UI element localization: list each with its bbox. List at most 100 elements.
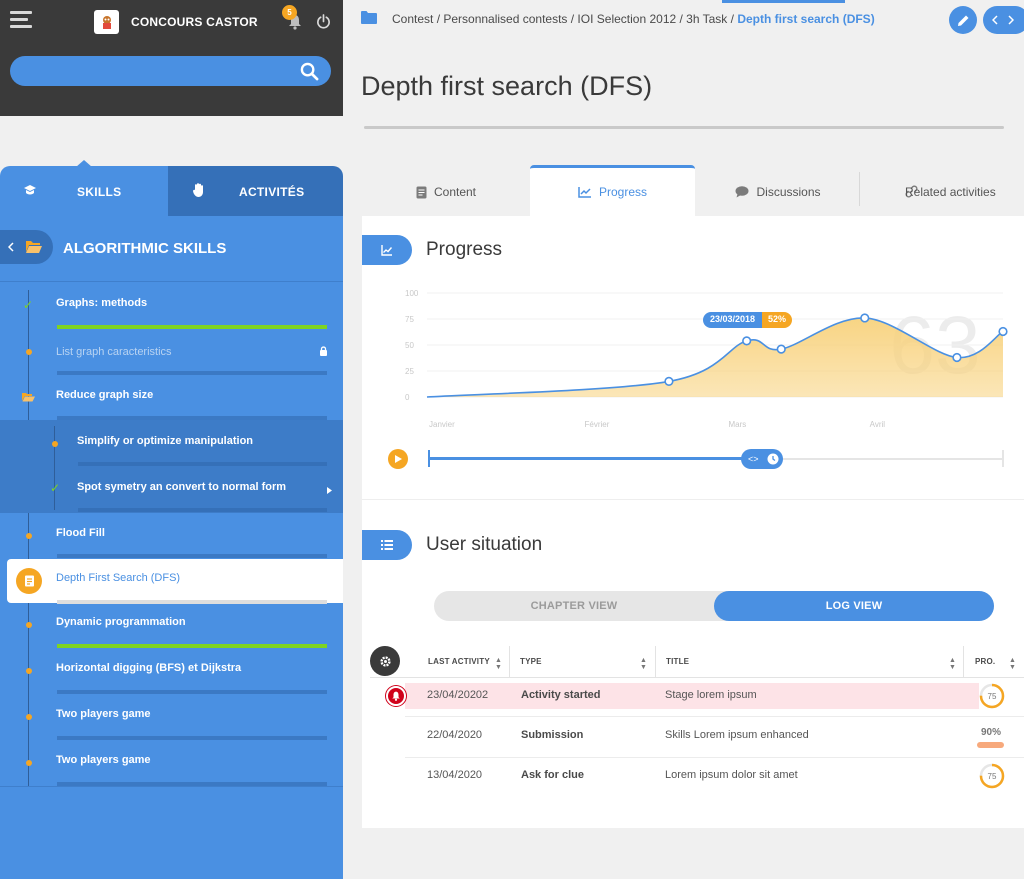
skill-item[interactable]: List graph caracteristics: [0, 340, 343, 386]
col-divider: [655, 646, 656, 678]
tab-related[interactable]: Related activities: [860, 168, 1024, 216]
section-divider: [362, 499, 1024, 500]
x-tick-label: Février: [585, 420, 610, 429]
col-header-pro[interactable]: PRO.: [975, 657, 995, 666]
cell-title[interactable]: Lorem ipsum dolor sit amet: [665, 769, 798, 781]
chapter-view-button[interactable]: CHAPTER VIEW: [434, 591, 714, 621]
skill-item[interactable]: Dynamic programmation: [0, 609, 343, 655]
cell-title[interactable]: Skills Lorem ipsum enhanced: [665, 729, 809, 741]
status-dot: [26, 622, 32, 628]
chevron-right-icon: [327, 487, 332, 494]
cell-type: Activity started: [521, 689, 601, 701]
chevron-right-icon[interactable]: [1008, 15, 1014, 25]
tab-activities-label: ACTIVITÉS: [239, 185, 305, 199]
skill-progress: [57, 690, 327, 694]
folder-open-icon: [22, 393, 35, 402]
skill-progress: [57, 736, 327, 740]
skill-label: Flood Fill: [56, 527, 105, 539]
log-view-button[interactable]: LOG VIEW: [714, 591, 994, 621]
skill-label: Dynamic programmation: [56, 616, 186, 628]
col-divider: [963, 646, 964, 678]
user-situation-title: User situation: [426, 534, 543, 555]
page-title: Depth first search (DFS): [361, 71, 653, 101]
tab-discussions[interactable]: Discussions: [697, 168, 859, 216]
data-point: [998, 326, 1008, 337]
skill-progress: [57, 416, 327, 420]
cell-date: 23/04/20202: [427, 689, 489, 701]
row-divider: [405, 757, 1024, 758]
left-tabs: SKILLS ACTIVITÉS: [0, 166, 343, 216]
cell-date: 22/04/2020: [427, 729, 483, 741]
data-point: [776, 344, 786, 354]
skills-header: ALGORITHMIC SKILLS: [0, 230, 343, 264]
col-header-type[interactable]: TYPE: [520, 657, 542, 666]
skill-label: Horizontal digging (BFS) et Dijkstra: [56, 662, 242, 674]
divider: [0, 786, 343, 787]
timeline-end-tick: [1002, 450, 1004, 467]
sort-icon[interactable]: ▲ ▼: [495, 657, 502, 671]
skill-item[interactable]: ✓ Spot symetry an convert to normal form: [0, 474, 343, 520]
lock-icon: [320, 346, 327, 356]
chevron-left-icon[interactable]: [992, 15, 998, 25]
tab-content[interactable]: Content: [362, 168, 530, 216]
divider: [0, 281, 343, 282]
brand-name: CONCOURS CASTOR: [131, 15, 258, 29]
play-button[interactable]: [388, 449, 408, 469]
breadcrumb-current: Depth first search (DFS): [737, 12, 875, 26]
table-settings-button[interactable]: [370, 646, 400, 676]
status-dot: [26, 349, 32, 355]
progress-section-badge: [362, 235, 412, 265]
graduation-cap-icon: [24, 185, 36, 195]
power-icon[interactable]: [316, 14, 331, 34]
y-tick-label: 50: [405, 341, 414, 350]
tab-activities[interactable]: ACTIVITÉS: [168, 166, 343, 216]
skill-item[interactable]: Horizontal digging (BFS) et Dijkstra: [0, 655, 343, 701]
skill-label: Simplify or optimize manipulation: [77, 435, 254, 447]
play-icon: [394, 455, 402, 463]
skill-item[interactable]: Reduce graph size: [0, 383, 343, 429]
skill-item[interactable]: Simplify or optimize manipulation: [0, 428, 343, 474]
skill-item[interactable]: ✓ Graphs: methods: [0, 290, 343, 336]
data-point: [664, 376, 674, 386]
status-dot: [26, 714, 32, 720]
ring-value: 75: [988, 772, 997, 781]
chart-tooltip: 23/03/2018 52%: [703, 312, 793, 328]
code-icon: <>: [748, 454, 759, 464]
y-tick-label: 0: [405, 393, 410, 402]
x-tick-label: Janvier: [429, 420, 455, 429]
skills-title: ALGORITHMIC SKILLS: [63, 240, 227, 257]
data-point: [860, 313, 870, 323]
breadcrumb-path[interactable]: Contest / Personnalised contests / IOI S…: [392, 12, 734, 26]
tab-progress-label: Progress: [598, 185, 648, 199]
sort-icon[interactable]: ▲ ▼: [640, 657, 647, 671]
search-icon[interactable]: [300, 62, 319, 86]
sort-icon[interactable]: ▲ ▼: [949, 657, 956, 671]
title-underline: [364, 126, 1004, 129]
tab-skills[interactable]: SKILLS: [0, 166, 168, 216]
skill-item[interactable]: Two players game: [0, 701, 343, 747]
menu-icon[interactable]: [10, 11, 32, 31]
timeline-handle[interactable]: <>: [741, 449, 783, 469]
ring-value: 75: [988, 692, 997, 701]
tab-progress[interactable]: Progress: [530, 165, 695, 216]
skill-progress: [57, 325, 327, 329]
skill-progress: [57, 554, 327, 558]
status-dot: [26, 760, 32, 766]
search-input[interactable]: [10, 56, 331, 86]
x-tick-label: Avril: [870, 420, 886, 429]
chart-line-icon: [381, 244, 393, 256]
clock-icon: [767, 453, 779, 465]
edit-button[interactable]: [949, 6, 977, 34]
prev-next-buttons[interactable]: [983, 6, 1024, 34]
col-header-title[interactable]: TITLE: [666, 657, 689, 666]
logo-icon: [94, 10, 119, 34]
status-dot: [26, 533, 32, 539]
x-tick-label: Mars: [729, 420, 747, 429]
col-divider: [509, 646, 510, 678]
y-tick-label: 25: [405, 367, 414, 376]
col-header-last-activity[interactable]: LAST ACTIVITY: [428, 657, 490, 666]
breadcrumb-indicator: [722, 0, 845, 3]
cell-title[interactable]: Stage lorem ipsum: [665, 689, 757, 701]
progress-ring: 75: [979, 683, 1005, 709]
sort-icon[interactable]: ▲ ▼: [1009, 657, 1016, 671]
